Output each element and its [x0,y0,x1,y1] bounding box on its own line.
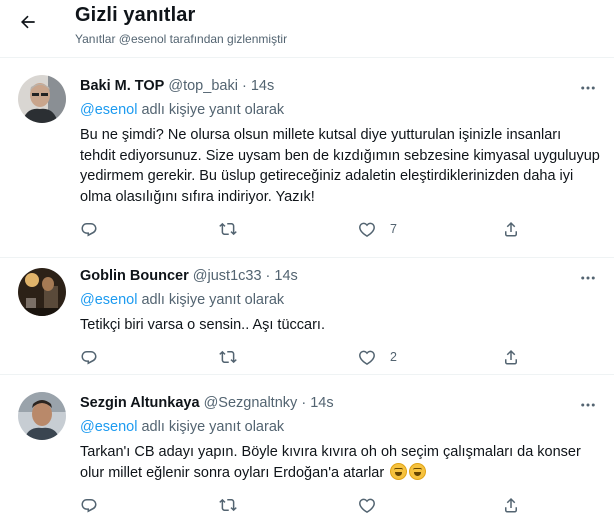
retweet-icon [219,222,237,236]
more-icon [581,276,595,280]
reply-icon [81,351,97,365]
reply-icon [81,223,97,237]
avatar[interactable] [18,392,66,440]
reply-context-text: adlı kişiye yanıt olarak [137,419,285,435]
page-subtitle: Yanıtlar @esenol tarafından gizlenmiştir [75,32,288,46]
back-arrow-icon [21,15,35,29]
author-handle[interactable]: @just1c33 [193,268,262,284]
like-icon [359,222,375,237]
retweet-button[interactable] [219,495,237,515]
retweet-button[interactable] [219,219,237,239]
reply-context-text: adlı kişiye yanıt olarak [137,292,285,308]
tweet-text-block: Tarkan'ı CB adayı yapın. Böyle kıvıra kı… [80,442,600,483]
retweet-icon [219,350,237,364]
more-icon [581,86,595,90]
hidden-reply-tweet[interactable]: Baki M. TOP @top_baki · 14s @esenol adlı… [0,59,614,258]
like-button[interactable] [358,495,390,515]
tweet-text: Bu ne şimdi? Ne olursa olsun millete kut… [80,127,600,205]
more-icon [581,403,595,407]
back-button[interactable] [14,8,42,36]
more-button[interactable] [578,396,598,416]
user-avatar-image [18,268,66,316]
share-button[interactable] [502,495,520,515]
reply-button[interactable] [80,219,98,239]
reply-button[interactable] [80,347,98,367]
reply-context: @esenol adlı kişiye yanıt olarak [80,102,284,118]
more-button[interactable] [578,79,598,99]
retweet-icon [219,498,237,512]
reply-icon [81,499,97,513]
like-icon [359,498,375,513]
tweet-actions [80,495,530,515]
grinning-emoji-icon [409,462,427,480]
mention-link[interactable]: @esenol [80,292,137,308]
page-title: Gizli yanıtlar [75,4,196,26]
like-count: 2 [390,350,397,364]
timestamp[interactable]: 14s [274,268,297,284]
reply-button[interactable] [80,495,98,515]
mention-link[interactable]: @esenol [80,102,137,118]
tweet-actions: 2 [80,347,530,367]
mention-link[interactable]: @esenol [80,419,137,435]
author-name[interactable]: Goblin Bouncer [80,268,189,284]
tweet-text: Tetikçi biri varsa o sensin.. Aşı tüccar… [80,317,325,333]
more-button[interactable] [578,269,598,289]
author-handle[interactable]: @top_baki [168,78,238,94]
reply-context-text: adlı kişiye yanıt olarak [137,102,285,118]
author-name[interactable]: Baki M. TOP [80,78,164,94]
author-handle[interactable]: @Sezgnaltnky [204,395,298,411]
share-icon [505,497,517,513]
timestamp[interactable]: 14s [251,78,274,94]
author-name[interactable]: Sezgin Altunkaya [80,395,200,411]
separator-dot: · [265,268,271,284]
separator-dot: · [241,78,247,94]
like-button[interactable]: 2 [358,347,397,367]
hidden-reply-tweet[interactable]: Sezgin Altunkaya @Sezgnaltnky · 14s @ese… [0,376,614,526]
tweet-actions: 7 [80,219,530,239]
like-count: 7 [390,222,397,236]
page-header: Gizli yanıtlar Yanıtlar @esenol tarafınd… [0,0,614,58]
reply-context: @esenol adlı kişiye yanıt olarak [80,292,284,308]
timestamp[interactable]: 14s [310,395,333,411]
share-icon [505,349,517,365]
like-icon [359,350,375,365]
grinning-emoji-icon [390,462,408,480]
hidden-reply-tweet[interactable]: Goblin Bouncer @just1c33 · 14s @esenol a… [0,258,614,375]
tweet-text: Tarkan'ı CB adayı yapın. Böyle kıvıra kı… [80,444,581,481]
reply-context: @esenol adlı kişiye yanıt olarak [80,419,284,435]
separator-dot: · [301,395,307,411]
avatar[interactable] [18,75,66,123]
share-icon [505,221,517,237]
share-button[interactable] [502,219,520,239]
share-button[interactable] [502,347,520,367]
retweet-button[interactable] [219,347,237,367]
like-button[interactable]: 7 [358,219,397,239]
user-avatar-image [18,75,66,123]
avatar[interactable] [18,268,66,316]
user-avatar-image [18,392,66,440]
